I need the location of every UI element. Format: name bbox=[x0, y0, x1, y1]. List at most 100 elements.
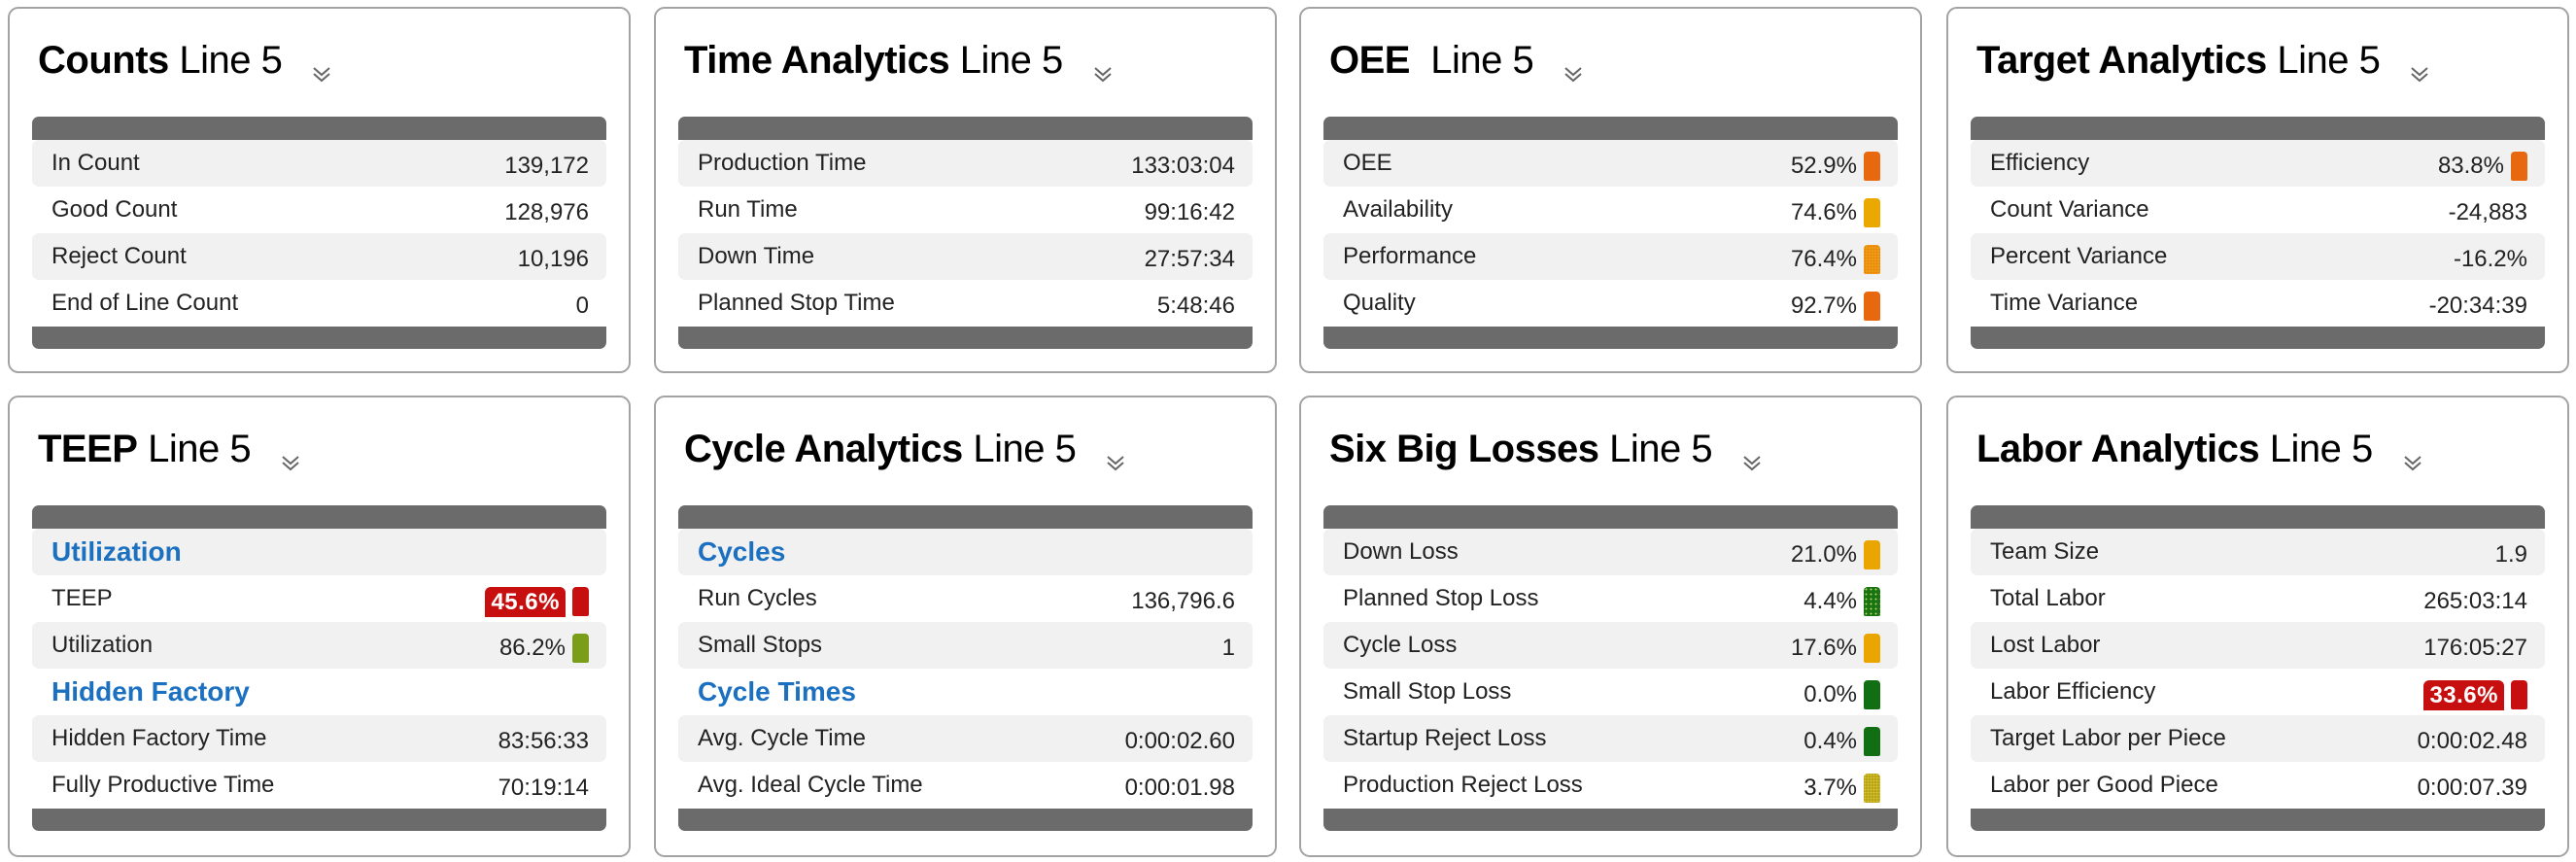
metric-value-group: 10,196 bbox=[518, 240, 589, 273]
section-heading: Utilization bbox=[52, 536, 182, 567]
metrics-table: Production Time 133:03:04 Run Time 99:16:42… bbox=[678, 117, 1253, 349]
metric-value-group: -20:34:39 bbox=[2429, 287, 2527, 320]
metric-value-group: 52.9% bbox=[1791, 146, 1880, 181]
metric-value-group: 3.7% bbox=[1803, 768, 1880, 803]
metric-label: Avg. Ideal Cycle Time bbox=[698, 772, 923, 798]
table-header-bar bbox=[1971, 117, 2545, 140]
metric-value: 21.0% bbox=[1790, 541, 1857, 568]
table-header-bar bbox=[32, 117, 606, 140]
table-header-bar bbox=[678, 117, 1253, 140]
card-title: OEE Line 5 bbox=[1329, 36, 1584, 85]
cycle-analytics-card: Cycle Analytics Line 5 Cycles Run Cycles 13… bbox=[654, 396, 1277, 857]
metric-value-group: 136,796.6 bbox=[1131, 582, 1235, 615]
metric-value: 0:00:01.98 bbox=[1124, 775, 1235, 801]
table-row: Labor per Good Piece 0:00:07.39 bbox=[1971, 762, 2545, 809]
table-row: Down Loss 21.0% bbox=[1323, 529, 1898, 575]
card-title-metric: Counts bbox=[38, 38, 169, 82]
metric-value: 0:00:02.48 bbox=[2417, 728, 2527, 754]
section-heading-row: Cycles bbox=[678, 529, 1253, 575]
status-indicator bbox=[1864, 245, 1880, 274]
metrics-table: In Count 139,172 Good Count 128,976 Reject C… bbox=[32, 117, 606, 349]
metric-label: Production Time bbox=[698, 150, 867, 176]
metric-label: Down Time bbox=[698, 243, 815, 269]
table-header-bar bbox=[678, 505, 1253, 529]
metric-value-group: 0:00:02.48 bbox=[2418, 722, 2527, 755]
card-title-metric: OEE bbox=[1329, 38, 1410, 82]
metric-label: Time Variance bbox=[1990, 290, 2139, 316]
status-indicator bbox=[1864, 198, 1880, 227]
status-indicator bbox=[1864, 774, 1880, 803]
metrics-table: Down Loss 21.0% Planned Stop Loss 4.4% Cycle… bbox=[1323, 505, 1898, 831]
labor-analytics-card: Labor Analytics Line 5 Team Size 1.9 Total … bbox=[1946, 396, 2569, 857]
card-title: TEEP Line 5 bbox=[38, 425, 301, 473]
metric-value-group: 1.9 bbox=[2495, 535, 2527, 569]
card-title: Counts Line 5 bbox=[38, 36, 332, 85]
metric-label: Target Labor per Piece bbox=[1990, 725, 2226, 751]
table-row: Startup Reject Loss 0.4% bbox=[1323, 715, 1898, 762]
table-header-bar bbox=[1323, 117, 1898, 140]
metric-value: 74.6% bbox=[1790, 199, 1857, 225]
chevron-double-down-icon[interactable] bbox=[1563, 51, 1584, 83]
metric-value: 70:19:14 bbox=[498, 775, 589, 801]
metrics-table: Efficiency 83.8% Count Variance -24,883 Perc… bbox=[1971, 117, 2545, 349]
metric-value-alert-badge: 33.6% bbox=[2423, 679, 2504, 710]
card-title: Six Big Losses Line 5 bbox=[1329, 425, 1763, 473]
metric-label: Small Stops bbox=[698, 632, 823, 658]
metric-value: 86.2% bbox=[498, 635, 566, 661]
metric-label: Avg. Cycle Time bbox=[698, 725, 866, 751]
metric-value-group: 92.7% bbox=[1791, 286, 1880, 321]
metric-value: 99:16:42 bbox=[1144, 199, 1235, 225]
metric-label: Availability bbox=[1343, 196, 1453, 223]
chevron-double-down-icon[interactable] bbox=[1741, 439, 1763, 471]
table-row: Time Variance -20:34:39 bbox=[1971, 280, 2545, 327]
table-footer-bar bbox=[678, 809, 1253, 831]
card-title-metric: Six Big Losses bbox=[1329, 427, 1599, 470]
table-row: Labor Efficiency 33.6% bbox=[1971, 669, 2545, 715]
chevron-double-down-icon[interactable] bbox=[311, 51, 332, 83]
metrics-table: Utilization TEEP 45.6% Utilization 86.2% Hidd… bbox=[32, 505, 606, 831]
table-row: Percent Variance -16.2% bbox=[1971, 233, 2545, 280]
metric-label: Count Variance bbox=[1990, 196, 2149, 223]
metric-value: 17.6% bbox=[1790, 635, 1857, 661]
table-row: Utilization 86.2% bbox=[32, 622, 606, 669]
card-title: Target Analytics Line 5 bbox=[1976, 36, 2430, 85]
metric-value-group: 5:48:46 bbox=[1157, 287, 1235, 320]
table-footer-bar bbox=[1323, 809, 1898, 831]
metric-value-group: 17.6% bbox=[1791, 628, 1880, 663]
table-row: Production Reject Loss 3.7% bbox=[1323, 762, 1898, 809]
metric-value-group: 74.6% bbox=[1791, 192, 1880, 227]
metric-label: Percent Variance bbox=[1990, 243, 2168, 269]
table-footer-bar bbox=[1971, 327, 2545, 349]
metric-value: 0:00:07.39 bbox=[2417, 775, 2527, 801]
card-title-metric: Target Analytics bbox=[1976, 38, 2267, 82]
metric-label: Quality bbox=[1343, 290, 1416, 316]
chevron-double-down-icon[interactable] bbox=[1092, 51, 1114, 83]
metric-value: 1 bbox=[1221, 635, 1235, 661]
chevron-double-down-icon[interactable] bbox=[280, 439, 301, 471]
table-header-bar bbox=[32, 505, 606, 529]
metric-value-group: 139,172 bbox=[504, 147, 589, 180]
table-header-bar bbox=[1323, 505, 1898, 529]
table-row: Planned Stop Loss 4.4% bbox=[1323, 575, 1898, 622]
metric-label: OEE bbox=[1343, 150, 1392, 176]
metric-value-group: 83:56:33 bbox=[498, 722, 589, 755]
metric-label: TEEP bbox=[52, 585, 113, 611]
table-row: Cycle Loss 17.6% bbox=[1323, 622, 1898, 669]
card-title: Cycle Analytics Line 5 bbox=[684, 425, 1126, 473]
chevron-double-down-icon[interactable] bbox=[2409, 51, 2430, 83]
metric-value-group: -24,883 bbox=[2449, 193, 2527, 226]
table-row: Good Count 128,976 bbox=[32, 187, 606, 233]
table-footer-bar bbox=[32, 809, 606, 831]
metric-value-group: 176:05:27 bbox=[2423, 629, 2527, 662]
chevron-double-down-icon[interactable] bbox=[2402, 439, 2423, 471]
table-footer-bar bbox=[1323, 327, 1898, 349]
section-heading-row: Utilization bbox=[32, 529, 606, 575]
target-analytics-card: Target Analytics Line 5 Efficiency 83.8% Co… bbox=[1946, 7, 2569, 373]
table-row: Small Stops 1 bbox=[678, 622, 1253, 669]
metric-label: In Count bbox=[52, 150, 140, 176]
table-row: Efficiency 83.8% bbox=[1971, 140, 2545, 187]
metric-label: Efficiency bbox=[1990, 150, 2090, 176]
metric-label: Planned Stop Loss bbox=[1343, 585, 1539, 611]
metric-value: 0.0% bbox=[1803, 681, 1857, 707]
chevron-double-down-icon[interactable] bbox=[1105, 439, 1126, 471]
